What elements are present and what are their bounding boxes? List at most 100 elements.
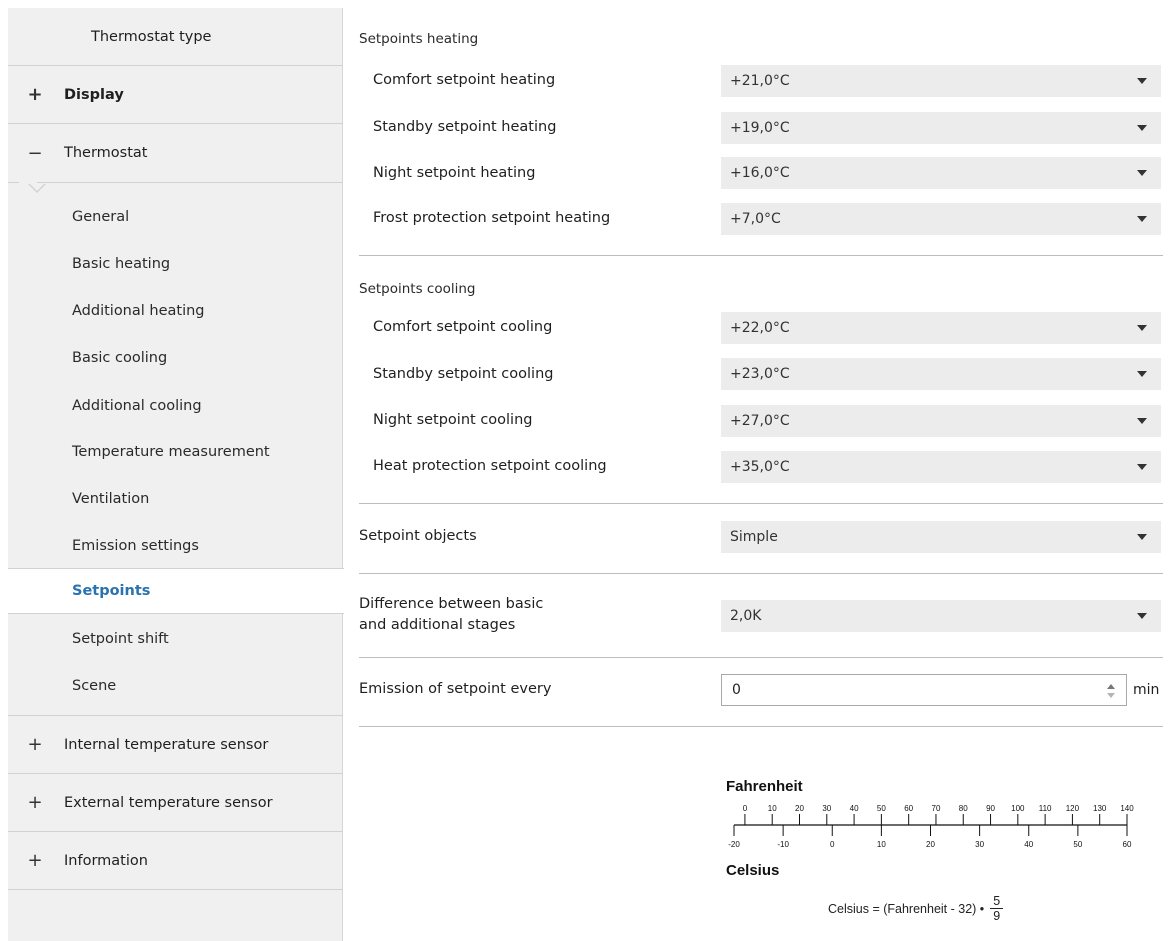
chevron-down-icon — [1137, 613, 1147, 619]
expand-icon[interactable]: + — [26, 792, 44, 813]
conversion-scale: 0 10 20 30 40 50 60 70 80 90 100 110 120 130 140-20 -10… — [728, 804, 1134, 849]
sidebar-item-basic-heating[interactable]: Basic heating — [8, 241, 343, 287]
sidebar-item-label: Display — [64, 86, 124, 103]
spin-up-icon[interactable] — [1107, 684, 1115, 689]
celsius-tick-label: 20 — [926, 840, 935, 849]
dropdown-value: +35,0°C — [730, 459, 790, 475]
divider — [37, 182, 343, 183]
sidebar-item-additional-heating[interactable]: Additional heating — [8, 288, 343, 334]
sidebar-item-temperature-measurement[interactable]: Temperature measurement — [8, 429, 343, 475]
chevron-down-icon — [1137, 78, 1147, 84]
fahrenheit-tick-label: 70 — [932, 804, 941, 813]
sidebar-item-scene[interactable]: Scene — [8, 663, 343, 709]
sidebar-item-setpoint-shift[interactable]: Setpoint shift — [8, 616, 343, 662]
sidebar-item-label: Information — [64, 852, 148, 869]
sidebar-item-label: Scene — [72, 678, 117, 694]
sidebar-group-information[interactable]: + Information — [8, 832, 343, 890]
celsius-tick-label: -20 — [728, 840, 740, 849]
sidebar-item-label: General — [72, 209, 130, 225]
chevron-down-icon — [1137, 325, 1147, 331]
sidebar: Thermostat type + Display − Thermostat G… — [8, 8, 344, 941]
fahrenheit-tick-label: 80 — [959, 804, 968, 813]
sidebar-item-label: Additional cooling — [72, 398, 202, 414]
sidebar-item-emission-settings[interactable]: Emission settings — [8, 523, 343, 569]
standby-heating-dropdown[interactable]: +19,0°C — [721, 112, 1161, 144]
spin-down-icon[interactable] — [1107, 693, 1115, 698]
frost-heating-dropdown[interactable]: +7,0°C — [721, 203, 1161, 235]
fahrenheit-tick-label: 50 — [877, 804, 886, 813]
collapse-icon[interactable]: − — [26, 143, 44, 164]
fahrenheit-tick-label: 120 — [1066, 804, 1080, 813]
chevron-down-icon — [1137, 125, 1147, 131]
fahrenheit-tick-label: 100 — [1011, 804, 1025, 813]
expand-icon[interactable]: + — [26, 734, 44, 755]
chevron-down-icon — [1137, 464, 1147, 470]
night-heating-label: Night setpoint heating — [373, 165, 536, 181]
frost-heating-label: Frost protection setpoint heating — [373, 210, 611, 226]
sidebar-item-basic-cooling[interactable]: Basic cooling — [8, 335, 343, 381]
heat-protection-cooling-dropdown[interactable]: +35,0°C — [721, 451, 1161, 483]
sidebar-group-display[interactable]: + Display — [8, 66, 343, 124]
fahrenheit-tick-label: 140 — [1120, 804, 1134, 813]
divider — [359, 503, 1163, 504]
spinbox-value: 0 — [732, 682, 741, 698]
sidebar-item-label: Temperature measurement — [72, 444, 270, 460]
chevron-down-icon — [1137, 216, 1147, 222]
formula-text: Celsius = (Fahrenheit - 32) • — [828, 901, 985, 916]
expand-icon[interactable]: + — [26, 850, 44, 871]
fahrenheit-tick-label: 110 — [1039, 804, 1052, 813]
divider — [359, 726, 1163, 727]
celsius-tick-label: 0 — [830, 840, 835, 849]
fahrenheit-label: Fahrenheit — [726, 778, 803, 795]
sidebar-group-thermostat[interactable]: − Thermostat — [8, 124, 343, 182]
sidebar-group-internal-sensor[interactable]: + Internal temperature sensor — [8, 715, 343, 774]
heat-protection-cooling-label: Heat protection setpoint cooling — [373, 458, 607, 474]
dropdown-value: +23,0°C — [730, 366, 790, 382]
comfort-heating-dropdown[interactable]: +21,0°C — [721, 65, 1161, 97]
fahrenheit-tick-label: 130 — [1093, 804, 1107, 813]
night-heating-dropdown[interactable]: +16,0°C — [721, 157, 1161, 189]
setpoint-objects-dropdown[interactable]: Simple — [721, 521, 1161, 553]
celsius-tick-label: 10 — [877, 840, 886, 849]
sidebar-item-label: Thermostat type — [91, 28, 212, 45]
chevron-down-icon — [1137, 371, 1147, 377]
expand-icon[interactable]: + — [26, 84, 44, 105]
fahrenheit-tick-label: 0 — [743, 804, 748, 813]
dropdown-value: +16,0°C — [730, 165, 790, 181]
sidebar-item-label: Setpoints — [72, 583, 151, 599]
emission-label: Emission of setpoint every — [359, 681, 552, 697]
celsius-tick-label: 50 — [1073, 840, 1082, 849]
comfort-cooling-dropdown[interactable]: +22,0°C — [721, 312, 1161, 344]
sidebar-item-label: Ventilation — [72, 491, 150, 507]
standby-cooling-dropdown[interactable]: +23,0°C — [721, 358, 1161, 390]
dropdown-value: +21,0°C — [730, 73, 790, 89]
emission-spinbox[interactable]: 0 — [721, 674, 1127, 706]
standby-cooling-label: Standby setpoint cooling — [373, 366, 554, 382]
sidebar-item-additional-cooling[interactable]: Additional cooling — [8, 383, 343, 429]
celsius-tick-label: -10 — [777, 840, 789, 849]
section-title-cooling: Setpoints cooling — [359, 281, 476, 297]
celsius-tick-label: 30 — [975, 840, 984, 849]
difference-label-line1: Difference between basic — [359, 596, 544, 612]
group-notch — [28, 183, 46, 193]
standby-heating-label: Standby setpoint heating — [373, 119, 557, 135]
dropdown-value: +27,0°C — [730, 413, 790, 429]
difference-dropdown[interactable]: 2,0K — [721, 600, 1161, 632]
sidebar-item-setpoints[interactable]: Setpoints — [8, 568, 344, 614]
temperature-conversion-figure: Fahrenheit 0 10 20 30 40 50 60 70 80 90 100 110 120 1… — [726, 778, 1146, 928]
divider — [8, 182, 19, 183]
sidebar-item-label: Emission settings — [72, 538, 199, 554]
conversion-formula: Celsius = (Fahrenheit - 32) • 5 9 — [828, 894, 1004, 923]
sidebar-item-ventilation[interactable]: Ventilation — [8, 476, 343, 522]
setpoint-objects-label: Setpoint objects — [359, 528, 477, 544]
settings-panel: Setpoints heating Comfort setpoint heati… — [343, 8, 1168, 941]
comfort-cooling-label: Comfort setpoint cooling — [373, 319, 553, 335]
sidebar-item-thermostat-type[interactable]: Thermostat type — [8, 8, 343, 66]
dropdown-value: +7,0°C — [730, 211, 781, 227]
sidebar-item-general[interactable]: General — [8, 194, 343, 240]
night-cooling-dropdown[interactable]: +27,0°C — [721, 405, 1161, 437]
sidebar-group-external-sensor[interactable]: + External temperature sensor — [8, 774, 343, 832]
fahrenheit-tick-label: 10 — [768, 804, 777, 813]
formula-numerator: 5 — [990, 894, 1004, 909]
difference-label-line2: and additional stages — [359, 617, 516, 633]
